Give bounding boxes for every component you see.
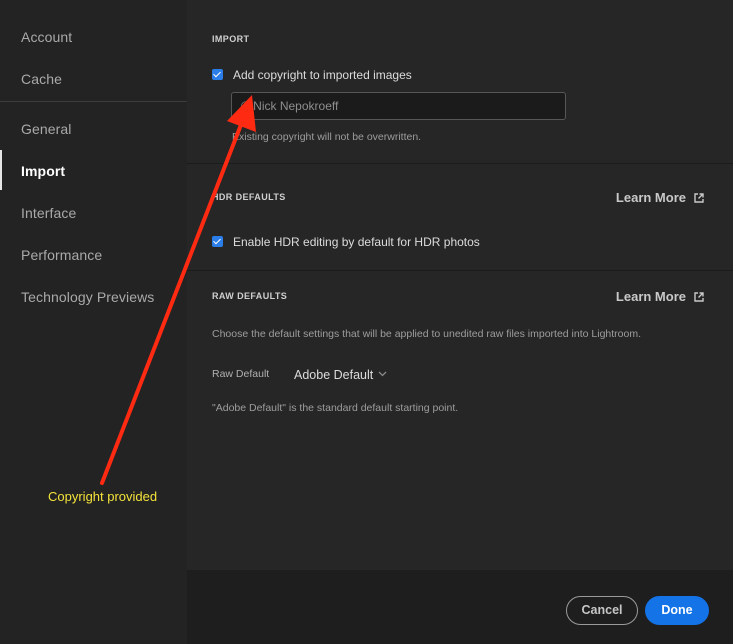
raw-default-label: Raw Default [212, 368, 270, 380]
sidebar-active-indicator [0, 150, 2, 190]
hdr-checkbox[interactable] [212, 236, 223, 247]
sidebar-item-performance[interactable]: Performance [21, 247, 102, 263]
sidebar-item-account[interactable]: Account [21, 29, 72, 45]
sidebar-divider [0, 101, 187, 102]
external-link-icon [694, 193, 704, 203]
cancel-button[interactable]: Cancel [566, 596, 638, 625]
annotation-label: Copyright provided [48, 489, 158, 504]
hdr-checkbox-label: Enable HDR editing by default for HDR ph… [233, 235, 480, 249]
preferences-sidebar: Account Cache General Import Interface P… [0, 0, 187, 644]
raw-default-note: "Adobe Default" is the standard default … [212, 402, 459, 414]
chevron-down-icon [378, 366, 387, 380]
section-divider [187, 163, 733, 164]
raw-default-dropdown[interactable]: Adobe Default [294, 366, 387, 382]
raw-default-value: Adobe Default [294, 368, 374, 382]
copyright-checkbox-label: Add copyright to imported images [233, 68, 412, 82]
hdr-learn-more-label: Learn More [615, 190, 686, 205]
raw-learn-more-label: Learn More [615, 289, 686, 304]
copyright-checkbox[interactable] [212, 69, 223, 80]
sidebar-item-import[interactable]: Import [21, 163, 65, 179]
raw-learn-more-link[interactable]: Learn More [616, 289, 704, 304]
copyright-note: Existing copyright will not be overwritt… [232, 131, 422, 143]
settings-panel: IMPORT Add copyright to imported images … [187, 0, 733, 570]
sidebar-item-interface[interactable]: Interface [21, 205, 76, 221]
import-section-title: IMPORT [212, 34, 250, 44]
sidebar-item-technology-previews[interactable]: Technology Previews [21, 289, 154, 305]
done-button[interactable]: Done [645, 596, 709, 625]
hdr-learn-more-link[interactable]: Learn More [616, 190, 704, 205]
hdr-section-title: HDR DEFAULTS [212, 192, 286, 202]
external-link-icon [694, 292, 704, 302]
raw-description: Choose the default settings that will be… [212, 328, 642, 340]
section-divider [187, 270, 733, 271]
copyright-input[interactable]: © Nick Nepokroeff [231, 92, 566, 120]
sidebar-item-cache[interactable]: Cache [21, 71, 62, 87]
sidebar-item-general[interactable]: General [21, 121, 72, 137]
raw-section-title: RAW DEFAULTS [212, 291, 288, 301]
